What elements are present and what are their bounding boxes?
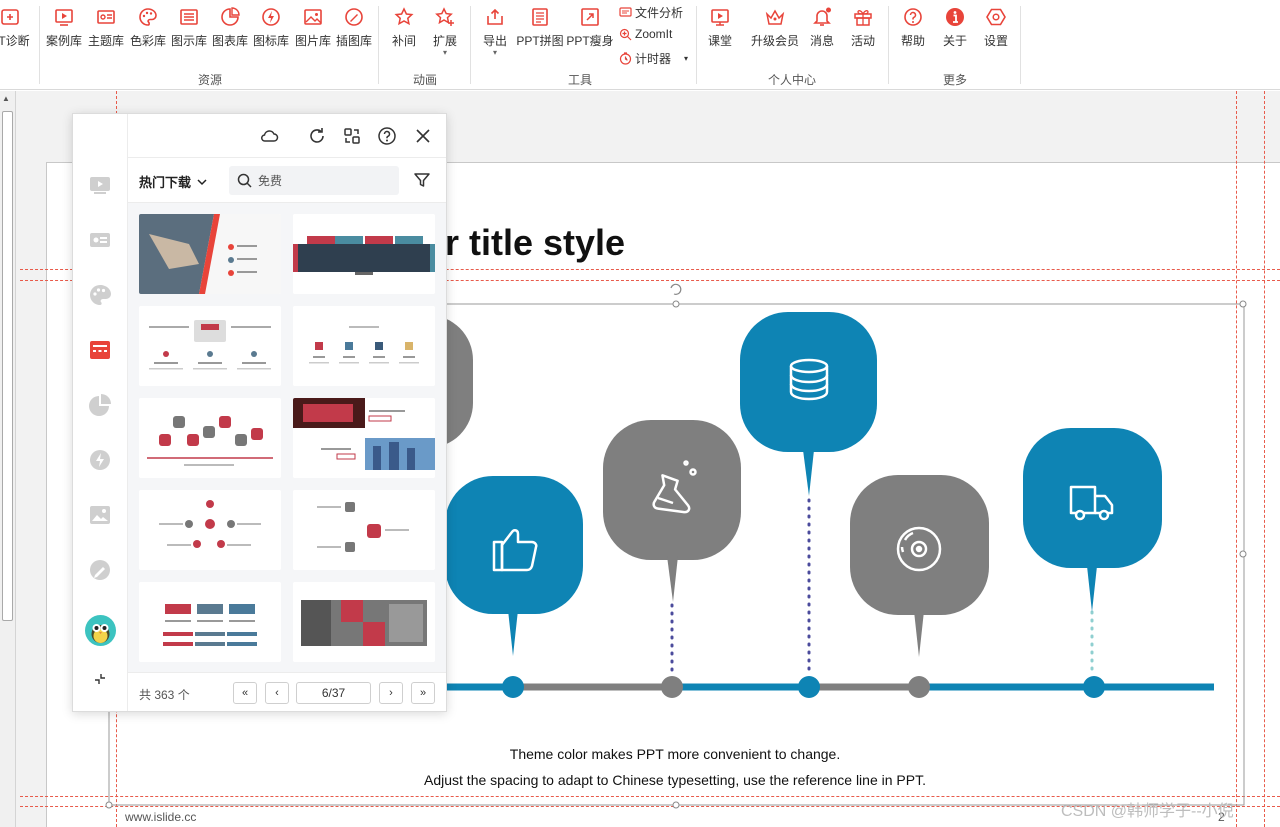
total-count: 共 363 个 <box>139 688 190 702</box>
search-box[interactable] <box>229 166 399 195</box>
bubble-thumbs-up <box>445 476 583 656</box>
layout-icon[interactable] <box>89 339 111 361</box>
selection-handle <box>1239 550 1247 558</box>
panel-sidebar <box>73 114 128 711</box>
last-page-button[interactable]: » <box>411 682 435 704</box>
double-chevron-right-icon: » <box>419 687 427 699</box>
template-thumbnail[interactable] <box>139 490 281 570</box>
page-input[interactable] <box>296 682 371 704</box>
pager: 共 363 个 « ‹ › » <box>128 672 446 711</box>
prev-page-button[interactable]: ‹ <box>265 682 289 704</box>
resource-panel: 热门下载 免费 共 363 个 « ‹ 6/37 › » <box>72 113 447 712</box>
bubble-truck <box>1023 428 1162 612</box>
selection-handle <box>1239 300 1247 308</box>
template-thumbnail[interactable] <box>139 214 281 294</box>
swap-icon[interactable] <box>342 126 362 146</box>
brush-icon[interactable] <box>89 559 111 581</box>
template-grid <box>128 203 446 672</box>
id-card-icon[interactable] <box>89 229 111 251</box>
palette-icon[interactable] <box>89 284 111 306</box>
pie-chart-icon[interactable] <box>89 394 111 416</box>
timeline-node <box>502 676 524 698</box>
slideshow-icon[interactable] <box>89 174 111 196</box>
filter-icon[interactable] <box>413 171 431 189</box>
template-thumbnail[interactable] <box>293 214 435 294</box>
image-icon[interactable] <box>89 504 111 526</box>
panel-toolbar <box>128 114 446 158</box>
timeline-node <box>798 676 820 698</box>
chevron-down-icon <box>197 178 207 185</box>
avatar[interactable] <box>85 615 116 646</box>
template-thumbnail[interactable] <box>293 582 435 662</box>
refresh-icon[interactable] <box>307 126 327 146</box>
rotate-handle-icon <box>670 283 682 295</box>
template-thumbnail[interactable] <box>293 490 435 570</box>
template-thumbnail[interactable] <box>293 306 435 386</box>
panel-filter-bar: 热门下载 <box>128 158 446 203</box>
collapse-icon[interactable] <box>93 672 107 686</box>
cloud-icon[interactable] <box>259 126 279 146</box>
bubble-flask <box>603 420 741 602</box>
close-icon[interactable] <box>413 126 433 146</box>
footer-url: www.islide.cc <box>125 810 197 824</box>
template-thumbnail[interactable] <box>139 582 281 662</box>
template-thumbnail[interactable] <box>293 398 435 478</box>
search-input[interactable] <box>258 173 378 188</box>
selection-handle <box>672 801 680 809</box>
selection-handle <box>672 300 680 308</box>
search-icon <box>237 173 252 188</box>
timeline-node <box>908 676 930 698</box>
slide-caption-2[interactable]: Adjust the spacing to adapt to Chinese t… <box>330 772 1020 788</box>
watermark: CSDN @韩师学子--小倪 <box>1061 803 1234 820</box>
template-thumbnail[interactable] <box>139 306 281 386</box>
chevron-right-icon: › <box>389 687 393 699</box>
template-thumbnail[interactable] <box>139 398 281 478</box>
slide-caption-1[interactable]: Theme color makes PPT more convenient to… <box>330 746 1020 762</box>
timeline-node <box>661 676 683 698</box>
bubble-database <box>740 312 877 496</box>
double-chevron-left-icon: « <box>241 687 249 699</box>
category-dropdown[interactable]: 热门下载 <box>139 172 207 191</box>
first-page-button[interactable]: « <box>233 682 257 704</box>
chevron-left-icon: ‹ <box>275 687 279 699</box>
next-page-button[interactable]: › <box>379 682 403 704</box>
selection-handle <box>105 801 113 809</box>
bolt-icon[interactable] <box>89 449 111 471</box>
bubble-disc <box>850 475 989 657</box>
help-icon[interactable] <box>377 126 397 146</box>
timeline-node <box>1083 676 1105 698</box>
